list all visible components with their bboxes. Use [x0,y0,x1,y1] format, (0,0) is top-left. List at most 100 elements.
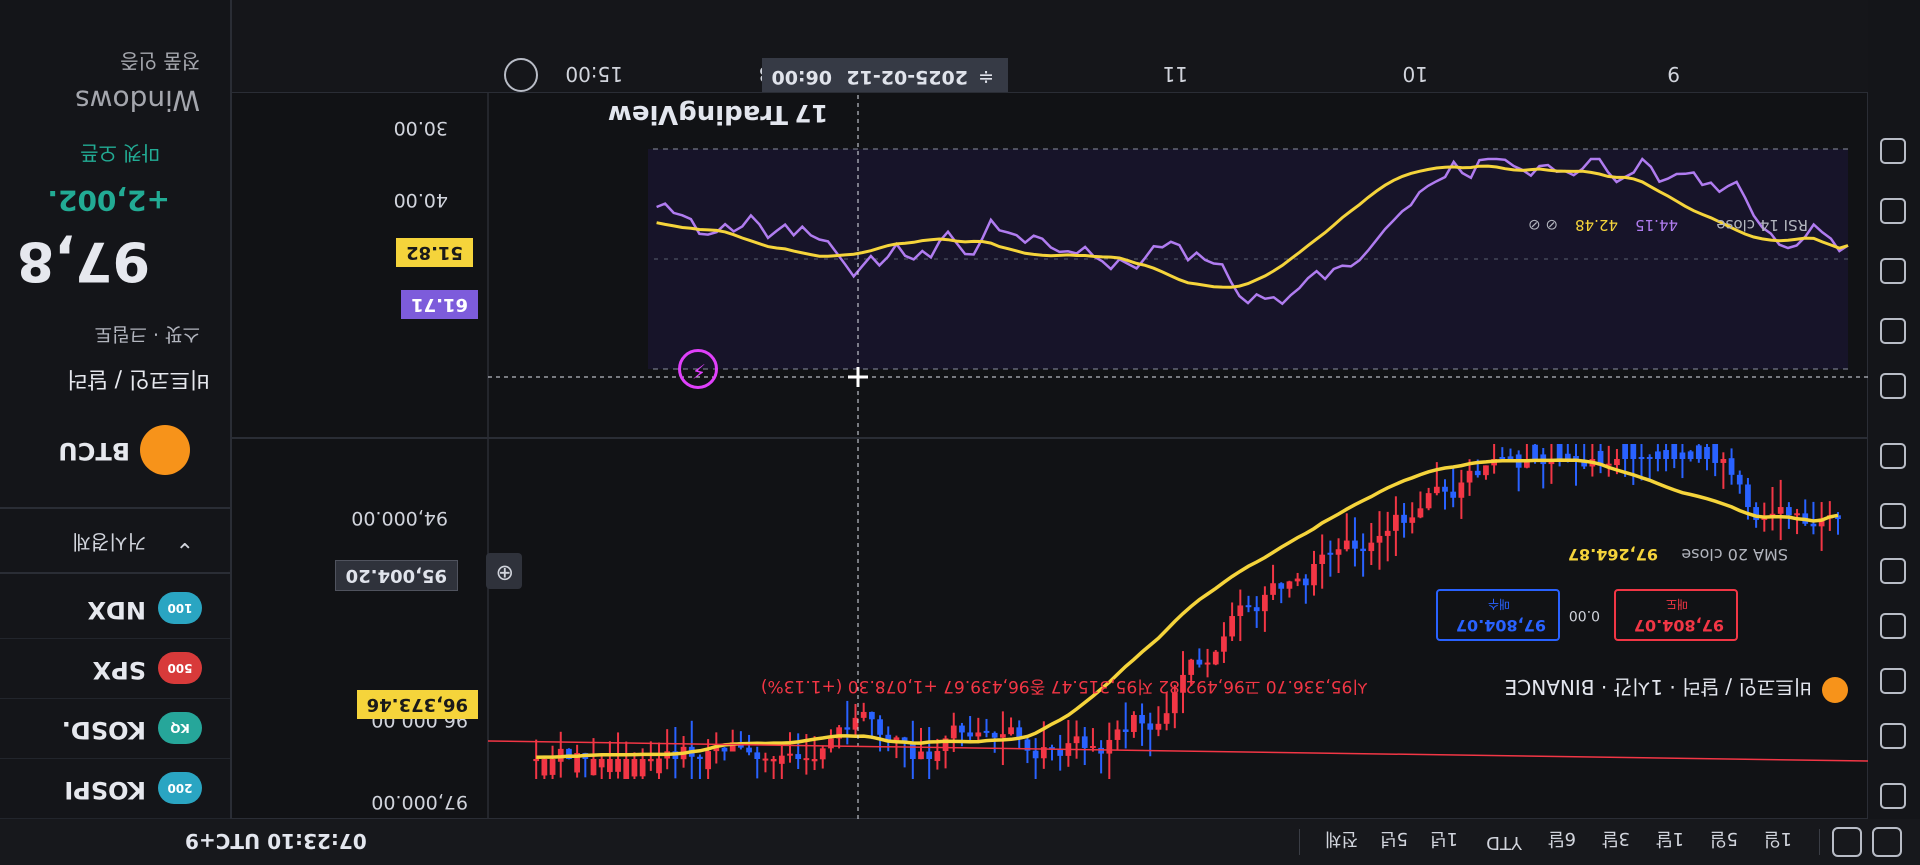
candle-body [991,732,998,738]
fib-icon[interactable] [1880,613,1906,639]
badge-icon: 200 [158,772,202,804]
emoji-icon[interactable] [1880,443,1906,469]
candle-body [590,759,597,776]
candle-body [1622,444,1628,459]
sma-legend-label[interactable]: SMA 20 close [1681,545,1788,564]
candle-body [1155,723,1162,730]
candle-body [631,759,638,777]
edit-lock-icon[interactable] [1880,198,1906,224]
symbol-legend[interactable]: 비트코인 / 달러 · 1시간 · BINANCE 시95,336.70 고96… [488,669,1868,709]
candle-body [1736,474,1743,485]
calendar-icon: ≑ [978,66,994,88]
candle-body [1147,723,1154,730]
candle-body [1745,484,1751,508]
candle-body [1098,747,1104,754]
flash-icon[interactable]: ⚡ [678,349,718,389]
toolbar-divider [1299,829,1300,855]
crosshair-time-tag: ≑ 2025-02-12 06:00 [762,58,1008,92]
quote-title: 비트코인 / 달러 [67,366,210,391]
timeframe-5y[interactable]: 5년 [1380,827,1408,853]
candle-body [787,753,793,756]
timeframe-1m[interactable]: 1달 [1656,827,1684,853]
horizontal-lines-icon[interactable] [1880,723,1906,749]
candle-body [1073,736,1080,744]
time-axis: 9 10 11 13 15:00 ≑ 2025-02-12 06:00 [230,0,1868,93]
candle-body [1417,508,1424,518]
price-tick: 97,000.00 [371,791,468,813]
utc-clock[interactable]: 07:23:10 UTC+9 [185,829,367,853]
spread-value: 0.00 [1568,607,1600,623]
candle-body [869,711,875,720]
trend-line-icon[interactable] [1880,783,1906,809]
hide-icon[interactable] [1880,138,1906,164]
price-tick: 94,000.00 [351,507,448,529]
candle-body [1335,549,1342,555]
timeframe-1y[interactable]: 1년 [1430,827,1458,853]
candle-body [1229,616,1235,637]
watchlist-symbol: NDX [87,596,146,624]
timeframe-6m[interactable]: 6달 [1548,827,1576,853]
crop-icon[interactable] [1832,827,1862,857]
candle-body [983,730,990,733]
watchlist-row[interactable]: 100 NDX [0,578,230,639]
candle-body [950,725,957,739]
candle-body [819,748,826,760]
sell-button[interactable]: 97,804.07 매도 [1614,589,1738,641]
text-icon[interactable] [1880,503,1906,529]
watchlist-row[interactable]: 500 SPX [0,638,230,699]
candle-body [1139,714,1145,724]
watchlist-row[interactable]: 200 KOSPI [0,758,230,819]
chart-area[interactable]: 97,000.00 96,000.00 94,000.00 96,373.46 … [230,0,1869,819]
toolbar-divider [1819,829,1820,855]
section-header[interactable]: 거시경제 ⌄ [0,512,230,574]
candle-body [967,732,973,737]
candle-body [1000,734,1006,738]
eye-off-icon[interactable]: ⊘ ⊘ [1528,216,1558,234]
candle-body [1245,605,1252,608]
candle-body [1663,450,1669,459]
candle-body [1090,745,1096,748]
badge-icon: KQ [158,712,202,744]
rsi-legend-label[interactable]: RSI 14 close [1716,216,1808,234]
sma-legend-value: 97,264.87 [1567,545,1658,564]
timeframe-ytd[interactable]: YTD [1486,832,1522,853]
timeframe-1d[interactable]: 1일 [1764,827,1792,853]
candle-body [639,759,646,777]
buy-button[interactable]: 97,804.07 매수 [1436,589,1560,641]
add-alert-button[interactable]: ⊕ [486,553,522,589]
watchlist-symbol: KOSD. [61,716,146,744]
market-status: 마켓 오픈 [80,141,160,165]
timeframe-5d[interactable]: 5일 [1710,827,1738,853]
candle-body [934,751,941,762]
candle-body [1679,452,1686,459]
candle-body [1270,583,1276,595]
screenshot-icon[interactable] [1872,827,1902,857]
candle-body [1810,523,1817,527]
rsi-tick: 30.00 [393,117,448,139]
rsi-ma-tag: 51.82 [396,238,473,267]
magnet-icon[interactable] [1880,258,1906,284]
candle-body [1384,530,1391,536]
candle-body [1695,445,1702,459]
candle-body [1278,583,1285,589]
candle-body [705,751,711,770]
timeframe-3m[interactable]: 3달 [1602,827,1630,853]
candle-body [721,747,728,752]
settings-gear-icon[interactable] [504,58,538,92]
ruler-icon[interactable] [1880,373,1906,399]
top-toolbar: 1일 5일 1달 3달 6달 YTD 1년 5년 전체 07:23:10 UTC… [0,818,1920,865]
tradingview-logo-icon: 17 [794,99,828,127]
pitchfork-icon[interactable] [1880,668,1906,694]
candle-body [1360,548,1366,552]
rsi-tick: 40.00 [393,189,448,211]
rsi-legend-value: 44.15 [1635,216,1678,234]
windows-activation-hint-2: 정품 인증 [120,49,200,73]
brush-icon[interactable] [1880,558,1906,584]
candle-body [1122,729,1129,732]
candle-body [1786,507,1792,516]
candle-body [1327,552,1334,555]
zoom-in-icon[interactable] [1880,318,1906,344]
candle-body [1294,578,1301,582]
watchlist-row[interactable]: KQ KOSD. [0,698,230,759]
timeframe-all[interactable]: 전체 [1325,827,1358,853]
